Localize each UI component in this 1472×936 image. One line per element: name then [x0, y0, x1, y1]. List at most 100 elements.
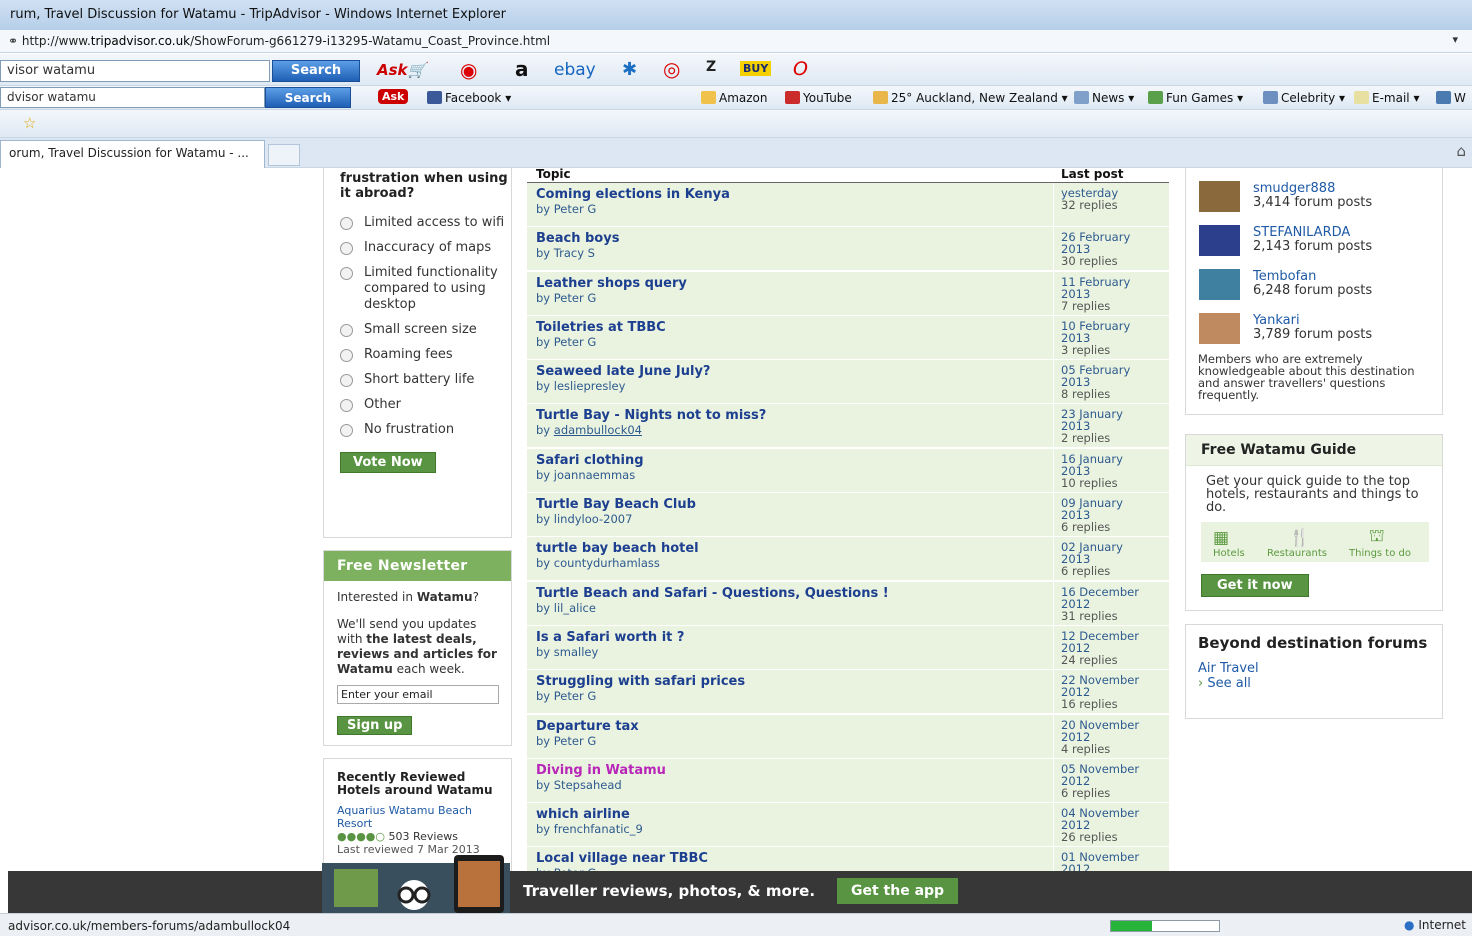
topic-title-link[interactable]: Departure tax [536, 719, 1044, 734]
poll-option[interactable]: No frustration [340, 422, 510, 438]
air-travel-link[interactable]: Air Travel [1198, 661, 1259, 676]
link-w[interactable]: W [1436, 91, 1466, 105]
last-post-date[interactable]: 16 January [1061, 453, 1162, 465]
target-icon[interactable]: ◎ [663, 57, 680, 81]
link-weather[interactable]: 25° Auckland, New Zealand ▾ [873, 91, 1068, 105]
topic-title-link[interactable]: Seaweed late June July? [536, 364, 1044, 379]
topic-title-link[interactable]: Coming elections in Kenya [536, 187, 1044, 202]
link-news[interactable]: News ▾ [1074, 91, 1134, 105]
last-post-date[interactable]: 11 February [1061, 276, 1162, 288]
signup-button[interactable]: Sign up [337, 716, 413, 735]
radio-button[interactable] [340, 324, 353, 337]
topic-title-link[interactable]: Turtle Beach and Safari - Questions, Que… [536, 586, 1044, 601]
address-url[interactable]: ⚭ http://www.tripadvisor.co.uk/ShowForum… [8, 34, 550, 48]
facebook-menu[interactable]: Facebook ▾ [427, 91, 511, 105]
topic-title-link[interactable]: Turtle Bay - Nights not to miss? [536, 408, 1044, 423]
topic-title-link[interactable]: Struggling with safari prices [536, 674, 1044, 689]
favorites-star-icon[interactable]: ☆ [23, 114, 36, 132]
topic-title-link[interactable]: Leather shops query [536, 276, 1044, 291]
topic-author[interactable]: by joannaemmas [536, 468, 635, 482]
avatar[interactable] [1199, 181, 1240, 212]
topic-author[interactable]: by lesliepresley [536, 379, 625, 393]
address-bar[interactable]: ⚭ http://www.tripadvisor.co.uk/ShowForum… [0, 30, 1472, 53]
topic-title-link[interactable]: turtle bay beach hotel [536, 541, 1044, 556]
red-circle-icon[interactable]: ◉ [460, 58, 477, 82]
o-logo-icon[interactable]: O [793, 58, 808, 80]
link-email[interactable]: E-mail ▾ [1354, 91, 1419, 105]
poll-option[interactable]: Limited functionality compared to using … [340, 265, 510, 313]
toolbar-search-input[interactable]: visor watamu [0, 60, 270, 82]
get-guide-button[interactable]: Get it now [1201, 574, 1309, 597]
hotel-link[interactable]: Aquarius Watamu Beach Resort [337, 804, 472, 830]
poll-option[interactable]: Short battery life [340, 372, 510, 388]
toolbar2-search-button[interactable]: Search [265, 87, 351, 108]
ebay-icon[interactable]: ebay [554, 60, 596, 80]
avatar[interactable] [1199, 269, 1240, 300]
topic-title-link[interactable]: which airline [536, 807, 1044, 822]
zappos-icon[interactable]: Z [706, 59, 716, 75]
active-tab[interactable]: orum, Travel Discussion for Watamu - ... [0, 140, 265, 168]
radio-button[interactable] [340, 399, 353, 412]
topic-title-link[interactable]: Is a Safari worth it ? [536, 630, 1044, 645]
ask-button-icon[interactable]: Ask [378, 89, 409, 104]
radio-button[interactable] [340, 374, 353, 387]
link-youtube[interactable]: YouTube [785, 91, 852, 105]
topic-author[interactable]: by Peter G [536, 335, 596, 349]
expert-name-link[interactable]: Tembofan [1253, 269, 1316, 284]
topic-title-link[interactable]: Local village near TBBC [536, 851, 1044, 866]
get-app-button[interactable]: Get the app [837, 878, 959, 904]
radio-button[interactable] [340, 349, 353, 362]
toolbar-search-button[interactable]: Search [272, 60, 360, 82]
topic-author[interactable]: by Stepsahead [536, 778, 622, 792]
ask-logo-icon[interactable]: Ask🛒 [377, 61, 426, 79]
topic-title-link[interactable]: Diving in Watamu [536, 763, 1044, 778]
topic-author[interactable]: by Peter G [536, 202, 596, 216]
last-post-date[interactable]: 20 November [1061, 719, 1162, 731]
poll-option[interactable]: Other [340, 397, 510, 413]
address-dropdown-icon[interactable]: ▾ [1452, 33, 1458, 46]
avatar[interactable] [1199, 225, 1240, 256]
last-post-date[interactable]: 16 December [1061, 586, 1162, 598]
expert-name-link[interactable]: smudger888 [1253, 181, 1335, 196]
walmart-icon[interactable]: ✱ [622, 59, 637, 80]
see-all-link[interactable]: See all [1207, 676, 1251, 691]
link-games[interactable]: Fun Games ▾ [1148, 91, 1243, 105]
radio-button[interactable] [340, 267, 353, 280]
topic-author[interactable]: by frenchfanatic_9 [536, 822, 643, 836]
new-tab-button[interactable] [268, 144, 300, 166]
expert-name-link[interactable]: STEFANILARDA [1253, 225, 1350, 240]
toolbar2-search-input[interactable]: dvisor watamu [0, 87, 265, 108]
poll-option[interactable]: Inaccuracy of maps [340, 240, 510, 256]
bestbuy-icon[interactable]: BUY [740, 61, 772, 76]
topic-author[interactable]: by lil_alice [536, 601, 596, 615]
poll-option[interactable]: Roaming fees [340, 347, 510, 363]
topic-author[interactable]: by lindyloo-2007 [536, 512, 632, 526]
radio-button[interactable] [340, 242, 353, 255]
topic-author[interactable]: by smalley [536, 645, 598, 659]
home-icon[interactable]: ⌂ [1456, 142, 1466, 160]
topic-title-link[interactable]: Safari clothing [536, 453, 1044, 468]
link-amazon[interactable]: Amazon [701, 91, 768, 105]
security-zone[interactable]: ● Internet [1404, 918, 1466, 932]
topic-author[interactable]: adambullock04 [554, 423, 642, 437]
radio-button[interactable] [340, 217, 353, 230]
topic-author[interactable]: by countydurhamlass [536, 556, 660, 570]
topic-author[interactable]: by Peter G [536, 291, 596, 305]
avatar[interactable] [1199, 313, 1240, 344]
topic-title-link[interactable]: Turtle Bay Beach Club [536, 497, 1044, 512]
topic-title-link[interactable]: Toiletries at TBBC [536, 320, 1044, 335]
topic-author[interactable]: by Peter G [536, 734, 596, 748]
topic-title-link[interactable]: Beach boys [536, 231, 1044, 246]
expert-name-link[interactable]: Yankari [1253, 313, 1300, 328]
email-field[interactable]: Enter your email [337, 685, 499, 704]
amazon-icon[interactable]: a [515, 57, 529, 81]
topic-author[interactable]: by Tracy S [536, 246, 595, 260]
poll-option[interactable]: Limited access to wifi [340, 215, 510, 231]
link-celebrity[interactable]: Celebrity ▾ [1263, 91, 1345, 105]
reply-count: 16 replies [1061, 697, 1118, 712]
recent-title: Recently Reviewed Hotels around Watamu [337, 770, 493, 797]
topic-author[interactable]: by Peter G [536, 689, 596, 703]
vote-now-button[interactable]: Vote Now [340, 452, 436, 473]
radio-button[interactable] [340, 424, 353, 437]
poll-option[interactable]: Small screen size [340, 322, 510, 338]
